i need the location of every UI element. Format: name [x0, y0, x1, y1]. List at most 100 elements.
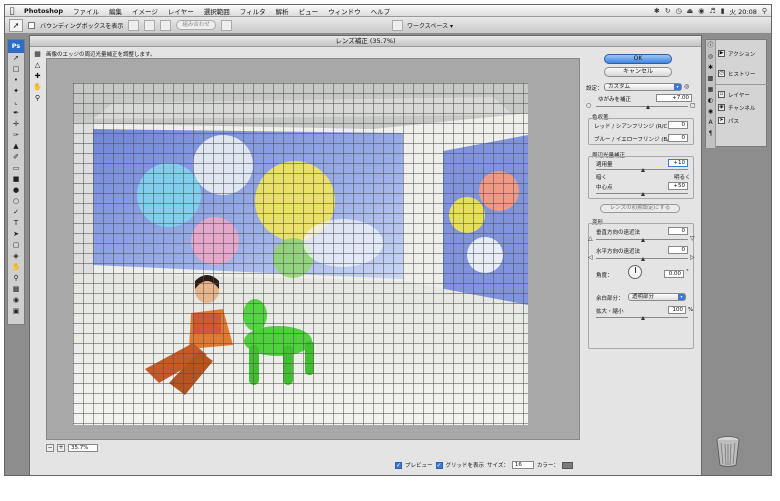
cancel-button[interactable]: キャンセル: [604, 67, 672, 77]
scale-slider-knob[interactable]: [641, 316, 645, 320]
amount-field[interactable]: +10: [668, 159, 688, 167]
show-grid-checkbox[interactable]: ✓: [435, 461, 443, 469]
remove-distortion-tool-icon[interactable]: ▦: [32, 49, 43, 60]
red-cyan-field[interactable]: 0: [668, 121, 688, 129]
zoom-in-button[interactable]: +: [57, 444, 65, 452]
battery-icon[interactable]: ▮: [721, 7, 725, 15]
wifi-icon[interactable]: ◉: [698, 7, 704, 15]
timemachine-icon[interactable]: ◷: [676, 7, 682, 15]
distortion-slider-knob[interactable]: [646, 105, 650, 109]
menu-filter[interactable]: フィルタ: [235, 6, 271, 16]
menu-layer[interactable]: レイヤー: [163, 6, 199, 16]
straighten-tool-icon[interactable]: △: [32, 60, 43, 71]
path-select-tool-icon[interactable]: ➤: [8, 229, 24, 240]
hand-tool-icon[interactable]: ✋: [8, 262, 24, 273]
zoom-value[interactable]: 35.7%: [68, 444, 98, 452]
align-bottom-icon[interactable]: [160, 19, 172, 31]
move-grid-tool-icon[interactable]: ✚: [32, 71, 43, 82]
menu-help[interactable]: ヘルプ: [366, 6, 396, 16]
pen-tool-icon[interactable]: ✓: [8, 207, 24, 218]
horizontal-perspective-field[interactable]: 0: [668, 246, 688, 254]
zoom-tool-icon[interactable]: ⚲: [8, 273, 24, 284]
eyedropper-tool-icon[interactable]: ✒: [8, 108, 24, 119]
hand-tool-icon[interactable]: ✋: [32, 82, 43, 93]
quick-mask-icon[interactable]: ◉: [8, 295, 24, 306]
bluetooth-icon[interactable]: ✱: [654, 7, 660, 15]
photo-preview[interactable]: [73, 83, 528, 425]
marquee-tool-icon[interactable]: □: [8, 64, 24, 75]
menu-file[interactable]: ファイル: [68, 6, 104, 16]
set-lens-default-button[interactable]: レンズの初期設定にする: [600, 204, 680, 213]
info-panel-icon[interactable]: ⓘ: [706, 40, 715, 51]
screen-mode-icon[interactable]: ▣: [8, 306, 24, 317]
sync-icon[interactable]: ↻: [665, 7, 671, 15]
apple-menu-icon[interactable]: : [5, 6, 19, 15]
workspace-menu[interactable]: ワークスペース ▾: [407, 21, 453, 30]
masks-panel-icon[interactable]: ◉: [706, 106, 715, 117]
angle-field[interactable]: 0.00: [664, 270, 684, 278]
angle-dial[interactable]: [628, 265, 642, 279]
move-tool-preset-icon[interactable]: ➚: [9, 18, 23, 32]
history-brush-tool-icon[interactable]: ✐: [8, 152, 24, 163]
menu-select[interactable]: 選択範囲: [199, 6, 235, 16]
character-panel-icon[interactable]: A: [706, 117, 715, 128]
preset-select[interactable]: カスタム ▾: [604, 83, 682, 91]
ok-button[interactable]: OK: [604, 54, 672, 64]
scale-field[interactable]: 100: [668, 306, 686, 314]
swatches-panel-icon[interactable]: ▩: [706, 73, 715, 84]
preset-menu-icon[interactable]: ◎: [684, 83, 689, 90]
distribute-icon[interactable]: [220, 19, 232, 31]
distortion-slider[interactable]: [596, 106, 688, 107]
healing-tool-icon[interactable]: ✛: [8, 119, 24, 130]
panel-layers[interactable]: ▫ レイヤー: [718, 89, 750, 100]
brush-tool-icon[interactable]: ✑: [8, 130, 24, 141]
menu-view[interactable]: ビュー: [294, 6, 324, 16]
midpoint-field[interactable]: +50: [668, 182, 688, 190]
bounding-box-checkbox[interactable]: [28, 21, 35, 29]
eject-icon[interactable]: ⏏: [687, 7, 694, 15]
eraser-tool-icon[interactable]: ▭: [8, 163, 24, 174]
align-top-icon[interactable]: [128, 19, 140, 31]
combine-button[interactable]: 組み合わせ: [176, 20, 216, 30]
panel-actions[interactable]: ▶ アクション: [718, 48, 755, 59]
menu-window[interactable]: ウィンドウ: [323, 6, 366, 16]
styles-panel-icon[interactable]: ▦: [706, 84, 715, 95]
distortion-field[interactable]: +7.00: [656, 94, 692, 102]
workspace-icon[interactable]: [391, 19, 403, 31]
vertical-slider-knob[interactable]: [641, 238, 645, 242]
horizontal-slider-knob[interactable]: [641, 257, 645, 261]
amount-slider-knob[interactable]: [641, 168, 645, 172]
paragraph-panel-icon[interactable]: ¶: [706, 128, 715, 139]
spotlight-icon[interactable]: ⚲: [762, 7, 767, 15]
menu-clock[interactable]: 火 20:08: [730, 6, 757, 16]
gradient-tool-icon[interactable]: ■: [8, 174, 24, 185]
volume-icon[interactable]: ♬: [709, 7, 715, 15]
blur-tool-icon[interactable]: ●: [8, 185, 24, 196]
zoom-tool-icon[interactable]: ⚲: [32, 93, 43, 104]
dodge-tool-icon[interactable]: ○: [8, 196, 24, 207]
panel-paths[interactable]: ➤ パス: [718, 115, 739, 126]
zoom-out-button[interactable]: −: [46, 444, 54, 452]
type-tool-icon[interactable]: T: [8, 218, 24, 229]
trash-icon[interactable]: [715, 435, 741, 467]
midpoint-slider-knob[interactable]: [641, 192, 645, 196]
3d-tool-icon[interactable]: ◈: [8, 251, 24, 262]
adjustments-panel-icon[interactable]: ◐: [706, 95, 715, 106]
align-middle-icon[interactable]: [144, 19, 156, 31]
stamp-tool-icon[interactable]: ▲: [8, 141, 24, 152]
menu-edit[interactable]: 編集: [104, 6, 127, 16]
color-panel-icon[interactable]: ✱: [706, 62, 715, 73]
edge-select[interactable]: 透明部分 ▾: [628, 293, 686, 301]
panel-channels[interactable]: ◉ チャンネル: [718, 102, 755, 113]
menu-analysis[interactable]: 解析: [271, 6, 294, 16]
vertical-perspective-field[interactable]: 0: [668, 227, 688, 235]
shape-tool-icon[interactable]: ▢: [8, 240, 24, 251]
preview-area[interactable]: [46, 58, 580, 440]
move-tool-icon[interactable]: ➚: [8, 53, 24, 64]
menu-app-name[interactable]: Photoshop: [19, 7, 68, 15]
crop-tool-icon[interactable]: ⌞: [8, 97, 24, 108]
panel-history[interactable]: ◷ ヒストリー: [718, 68, 756, 79]
color-swatches-icon[interactable]: ▩: [8, 284, 24, 295]
grid-size-select[interactable]: 16: [511, 461, 534, 469]
grid-color-swatch[interactable]: [561, 461, 573, 469]
